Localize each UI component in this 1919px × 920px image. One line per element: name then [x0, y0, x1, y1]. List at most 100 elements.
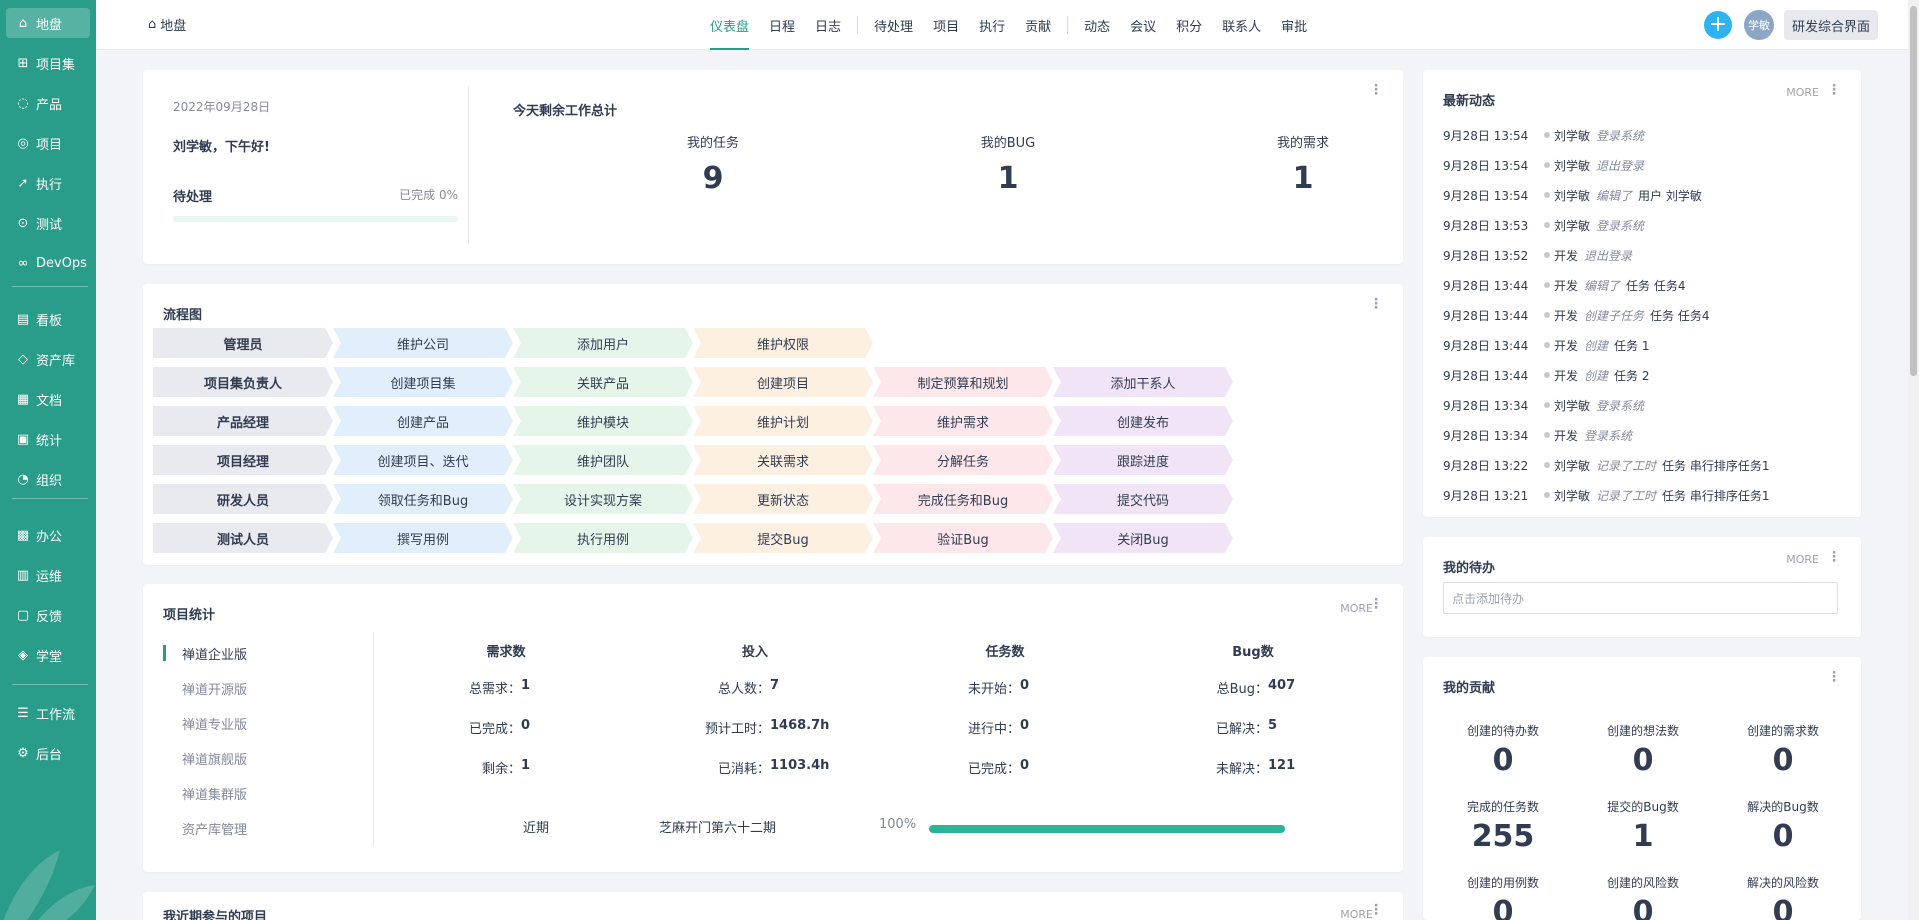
sidebar-item-1[interactable]: ⊞ 项目集: [6, 48, 90, 78]
activity-object[interactable]: 任务 1: [1614, 337, 1649, 354]
flow-step[interactable]: 关联需求: [693, 445, 873, 475]
page-scrollbar[interactable]: [1908, 0, 1919, 920]
stat-my-tasks[interactable]: 我的任务 9: [653, 132, 773, 196]
sidebar-item-7[interactable]: ▤ 看板: [6, 304, 90, 334]
flow-step[interactable]: 提交Bug: [693, 523, 873, 553]
more-options-icon[interactable]: ⋮: [1827, 669, 1841, 685]
tab-9[interactable]: 积分: [1176, 0, 1202, 50]
stats-key: 已解决：: [1215, 722, 1268, 737]
flow-step[interactable]: 创建产品: [333, 406, 513, 436]
flow-step[interactable]: 制定预算和规划: [873, 367, 1053, 397]
tab-3[interactable]: 待处理: [874, 0, 913, 50]
flow-step[interactable]: 分解任务: [873, 445, 1053, 475]
flow-step[interactable]: 跟踪进度: [1053, 445, 1233, 475]
project-list-item[interactable]: 禅道旗舰版: [163, 741, 247, 776]
contribution-label: 创建的需求数: [1746, 724, 1819, 738]
flow-step[interactable]: 设计实现方案: [513, 484, 693, 514]
flow-step[interactable]: 创建发布: [1053, 406, 1233, 436]
recent-execution-name[interactable]: 芝麻开门第六十二期: [659, 817, 776, 836]
sidebar-item-0[interactable]: ⌂ 地盘: [6, 8, 90, 38]
stat-my-stories[interactable]: 我的需求 1: [1243, 132, 1363, 196]
flow-step[interactable]: 添加干系人: [1053, 367, 1233, 397]
stats-kv: 未开始： 0: [925, 678, 1029, 697]
more-options-icon[interactable]: ⋮: [1369, 296, 1383, 312]
tab-4[interactable]: 项目: [933, 0, 959, 50]
flow-step[interactable]: 维护团队: [513, 445, 693, 475]
flow-step[interactable]: 维护公司: [333, 328, 513, 358]
flow-step[interactable]: 添加用户: [513, 328, 693, 358]
sidebar-item-9[interactable]: ▦ 文档: [6, 384, 90, 414]
flow-step[interactable]: 维护模块: [513, 406, 693, 436]
more-link[interactable]: MORE: [1786, 553, 1819, 566]
sidebar-item-12[interactable]: ▩ 办公: [6, 520, 90, 550]
todo-card: 我的待办 MORE ⋮ 点击添加待办: [1423, 537, 1861, 637]
add-todo-input[interactable]: 点击添加待办: [1443, 582, 1838, 614]
scrollbar-thumb[interactable]: [1910, 6, 1917, 376]
flow-step[interactable]: 提交代码: [1053, 484, 1233, 514]
activity-object[interactable]: 任务 串行排序任务1: [1662, 487, 1769, 504]
stat-value: 1: [997, 161, 1019, 196]
more-link[interactable]: MORE: [1786, 86, 1819, 99]
tab-10[interactable]: 联系人: [1222, 0, 1261, 50]
project-list-item[interactable]: 禅道集群版: [163, 776, 247, 811]
tab-8[interactable]: 会议: [1130, 0, 1156, 50]
activity-object[interactable]: 任务 任务4: [1650, 307, 1709, 324]
tab-5[interactable]: 执行: [979, 0, 1005, 50]
project-list-item[interactable]: 禅道企业版: [163, 636, 247, 671]
more-options-icon[interactable]: ⋮: [1369, 902, 1383, 918]
flow-step[interactable]: 验证Bug: [873, 523, 1053, 553]
flow-step[interactable]: 维护权限: [693, 328, 873, 358]
flow-step[interactable]: 撰写用例: [333, 523, 513, 553]
flow-step[interactable]: 更新状态: [693, 484, 873, 514]
sidebar-item-4[interactable]: ➚ 执行: [6, 168, 90, 198]
more-options-icon[interactable]: ⋮: [1369, 596, 1383, 612]
flow-step[interactable]: 关闭Bug: [1053, 523, 1233, 553]
flow-step[interactable]: 维护计划: [693, 406, 873, 436]
flow-step[interactable]: 完成任务和Bug: [873, 484, 1053, 514]
sidebar-item-16[interactable]: ☰ 工作流: [6, 698, 90, 728]
activity-object[interactable]: 用户 刘学敏: [1638, 187, 1702, 204]
flow-step[interactable]: 创建项目集: [333, 367, 513, 397]
tab-0[interactable]: 仪表盘: [710, 0, 750, 50]
tab-6[interactable]: 贡献: [1025, 0, 1051, 50]
stat-my-bugs[interactable]: 我的BUG 1: [948, 132, 1068, 196]
flow-step[interactable]: 领取任务和Bug: [333, 484, 513, 514]
tab-2[interactable]: 日志: [815, 0, 841, 50]
activity-object[interactable]: 任务 串行排序任务1: [1662, 457, 1769, 474]
flow-step[interactable]: 创建项目、迭代: [333, 445, 513, 475]
activity-object[interactable]: 任务 2: [1614, 367, 1649, 384]
more-options-icon[interactable]: ⋮: [1827, 82, 1841, 98]
sidebar-item-2[interactable]: ◌ 产品: [6, 88, 90, 118]
sidebar-item-17[interactable]: ⚙ 后台: [6, 738, 90, 768]
tab-1[interactable]: 日程: [769, 0, 795, 50]
sidebar-item-3[interactable]: ◎ 项目: [6, 128, 90, 158]
activity-object[interactable]: 任务 任务4: [1626, 277, 1685, 294]
interface-switch-button[interactable]: 研发综合界面: [1783, 10, 1878, 40]
more-options-icon[interactable]: ⋮: [1369, 82, 1383, 98]
avatar[interactable]: 学敏: [1743, 10, 1774, 40]
flow-step[interactable]: 关联产品: [513, 367, 693, 397]
activity-time: 9月28日 13:22: [1443, 458, 1529, 473]
project-list-item[interactable]: 资产库管理: [163, 811, 247, 846]
activity-action: 登录系统: [1596, 128, 1645, 143]
sidebar-item-15[interactable]: ◈ 学堂: [6, 640, 90, 670]
sidebar-item-14[interactable]: ▢ 反馈: [6, 600, 90, 630]
sidebar-item-8[interactable]: ◇ 资产库: [6, 344, 90, 374]
breadcrumb[interactable]: ⌂ 地盘: [148, 15, 186, 34]
sidebar-item-5[interactable]: ⊙ 测试: [6, 208, 90, 238]
sidebar-item-10[interactable]: ▣ 统计: [6, 424, 90, 454]
sidebar-item-6[interactable]: ∞ DevOps: [6, 248, 90, 278]
sidebar-item-11[interactable]: ◔ 组织: [6, 464, 90, 494]
activity-action: 登录系统: [1596, 218, 1645, 233]
more-options-icon[interactable]: ⋮: [1827, 549, 1841, 565]
sidebar-item-13[interactable]: ▥ 运维: [6, 560, 90, 590]
flow-step[interactable]: 执行用例: [513, 523, 693, 553]
create-plus-button[interactable]: +: [1703, 11, 1732, 39]
activity-item: 9月28日 13:52 开发 退出登录: [1443, 240, 1841, 270]
project-list-item[interactable]: 禅道专业版: [163, 706, 247, 741]
tab-11[interactable]: 审批: [1281, 0, 1307, 50]
flow-step[interactable]: 维护需求: [873, 406, 1053, 436]
project-list-item[interactable]: 禅道开源版: [163, 671, 247, 706]
flow-step[interactable]: 创建项目: [693, 367, 873, 397]
tab-7[interactable]: 动态: [1084, 0, 1110, 50]
